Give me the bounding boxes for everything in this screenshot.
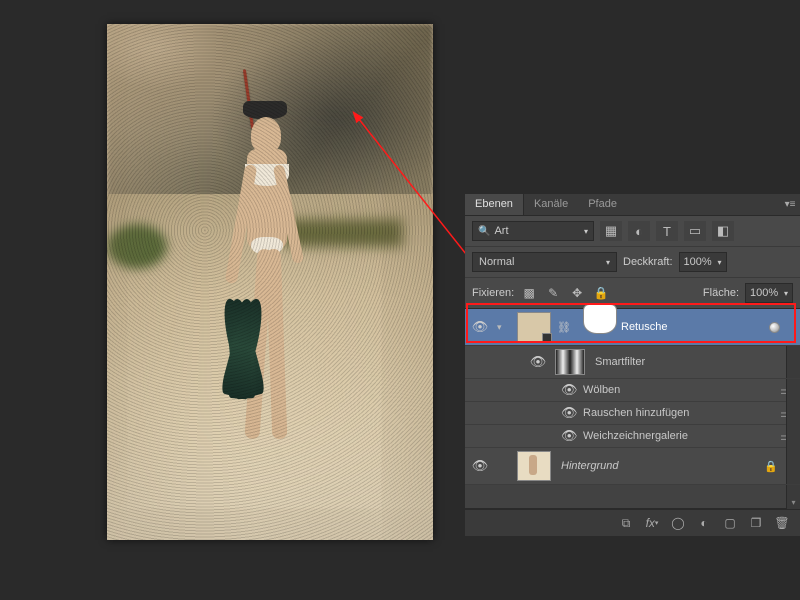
panel-menu-icon[interactable]: ▾≡ xyxy=(780,194,800,215)
smartfilters-label: Smartfilter xyxy=(591,356,784,368)
document-canvas[interactable] xyxy=(107,24,433,540)
lock-row: Fixieren: ▩ ✎ ✥ 🔒 Fläche: 100% ▾ xyxy=(465,278,800,309)
tab-layers[interactable]: Ebenen xyxy=(465,194,524,215)
filter-woelben[interactable]: 👁 Wölben ⚌ xyxy=(465,379,800,402)
layer-background[interactable]: 👁 Hintergrund 🔒 xyxy=(465,448,800,485)
link-icon: ⛓ xyxy=(557,321,571,334)
layer-name[interactable]: Hintergrund xyxy=(557,460,758,472)
filter-rauschen[interactable]: 👁 Rauschen hinzufügen ⚌ xyxy=(465,402,800,425)
fill-label: Fläche: xyxy=(703,287,739,299)
visibility-toggle[interactable]: 👁 xyxy=(469,319,491,335)
layer-thumbnail[interactable] xyxy=(517,312,551,342)
lock-position-icon[interactable]: ✥ xyxy=(568,284,586,302)
tab-paths[interactable]: Pfade xyxy=(578,194,627,215)
delete-layer-icon[interactable]: 🗑 xyxy=(770,514,794,532)
subject-figure xyxy=(237,109,327,489)
opacity-input[interactable]: 100% ▾ xyxy=(679,252,727,272)
layer-filter-row: 🔍 Art ▾ ▦ ◐ T ▭ ◧ xyxy=(465,216,800,247)
filter-mask-thumbnail[interactable] xyxy=(555,349,585,375)
panel-footer: ⧉ fx▾ ◯ ◐ ▢ ❐ 🗑 xyxy=(465,509,800,536)
chevron-down-icon: ▾ xyxy=(606,258,610,267)
chevron-down-icon: ▾ xyxy=(784,289,788,298)
tab-channels[interactable]: Kanäle xyxy=(524,194,578,215)
filter-pixel-icon[interactable]: ▦ xyxy=(600,221,622,241)
link-layers-icon[interactable]: ⧉ xyxy=(614,514,638,532)
layer-thumbnail[interactable] xyxy=(517,451,551,481)
add-mask-icon[interactable]: ◯ xyxy=(666,514,690,532)
expand-toggle[interactable]: ▾ xyxy=(497,322,511,333)
filter-name: Weichzeichnergalerie xyxy=(583,430,774,442)
filter-type-icon[interactable]: T xyxy=(656,221,678,241)
new-layer-icon[interactable]: ❐ xyxy=(744,514,768,532)
layers-panel: Ebenen Kanäle Pfade ▾≡ 🔍 Art ▾ ▦ ◐ T ▭ ◧… xyxy=(465,193,800,536)
scroll-down-icon[interactable]: ▾ xyxy=(787,495,800,509)
vegetation-left xyxy=(107,224,167,269)
new-group-icon[interactable]: ▢ xyxy=(718,514,742,532)
filter-smart-icon[interactable]: ◧ xyxy=(712,221,734,241)
filter-shape-icon[interactable]: ▭ xyxy=(684,221,706,241)
lock-transparent-icon[interactable]: ▩ xyxy=(520,284,538,302)
lock-pixels-icon[interactable]: ✎ xyxy=(544,284,562,302)
fill-input[interactable]: 100% ▾ xyxy=(745,283,793,303)
chevron-down-icon: ▾ xyxy=(718,258,722,267)
opacity-label: Deckkraft: xyxy=(623,256,673,268)
blend-row: Normal ▾ Deckkraft: 100% ▾ xyxy=(465,247,800,278)
lock-icon[interactable]: 🔒 xyxy=(764,460,778,473)
filter-name: Wölben xyxy=(583,384,774,396)
filter-adjustment-icon[interactable]: ◐ xyxy=(628,221,650,241)
new-adjustment-icon[interactable]: ◐ xyxy=(692,514,716,532)
visibility-toggle[interactable]: 👁 xyxy=(561,405,577,421)
layer-effects-icon[interactable]: fx▾ xyxy=(640,514,664,532)
layer-list: ▴ ▾ 👁 ▾ ⛓ Retusche 👁 Smartfilter 👁 Wölbe… xyxy=(465,309,800,509)
layer-name[interactable]: Retusche xyxy=(617,321,763,333)
fill-value: 100% xyxy=(750,287,778,299)
panel-tab-bar: Ebenen Kanäle Pfade ▾≡ xyxy=(465,194,800,216)
visibility-toggle[interactable]: 👁 xyxy=(561,428,577,444)
chevron-down-icon: ▾ xyxy=(584,227,588,236)
smartfilters-row[interactable]: 👁 Smartfilter xyxy=(465,346,800,379)
layer-style-indicator[interactable] xyxy=(769,322,780,333)
filter-kind-select[interactable]: 🔍 Art ▾ xyxy=(472,221,594,241)
visibility-toggle[interactable]: 👁 xyxy=(469,458,491,474)
layer-mask-thumbnail[interactable] xyxy=(583,304,617,334)
filter-name: Rauschen hinzufügen xyxy=(583,407,774,419)
layer-retusche[interactable]: 👁 ▾ ⛓ Retusche xyxy=(465,309,800,346)
blend-mode-value: Normal xyxy=(479,256,514,268)
lock-label: Fixieren: xyxy=(472,287,514,299)
filter-weichzeichner[interactable]: 👁 Weichzeichnergalerie ⚌ xyxy=(465,425,800,448)
visibility-toggle[interactable]: 👁 xyxy=(527,354,549,370)
filter-kind-label: Art xyxy=(494,225,508,237)
opacity-value: 100% xyxy=(684,256,712,268)
lock-all-icon[interactable]: 🔒 xyxy=(592,284,610,302)
search-icon: 🔍 xyxy=(478,226,490,237)
blend-mode-select[interactable]: Normal ▾ xyxy=(472,252,617,272)
visibility-toggle[interactable]: 👁 xyxy=(561,382,577,398)
